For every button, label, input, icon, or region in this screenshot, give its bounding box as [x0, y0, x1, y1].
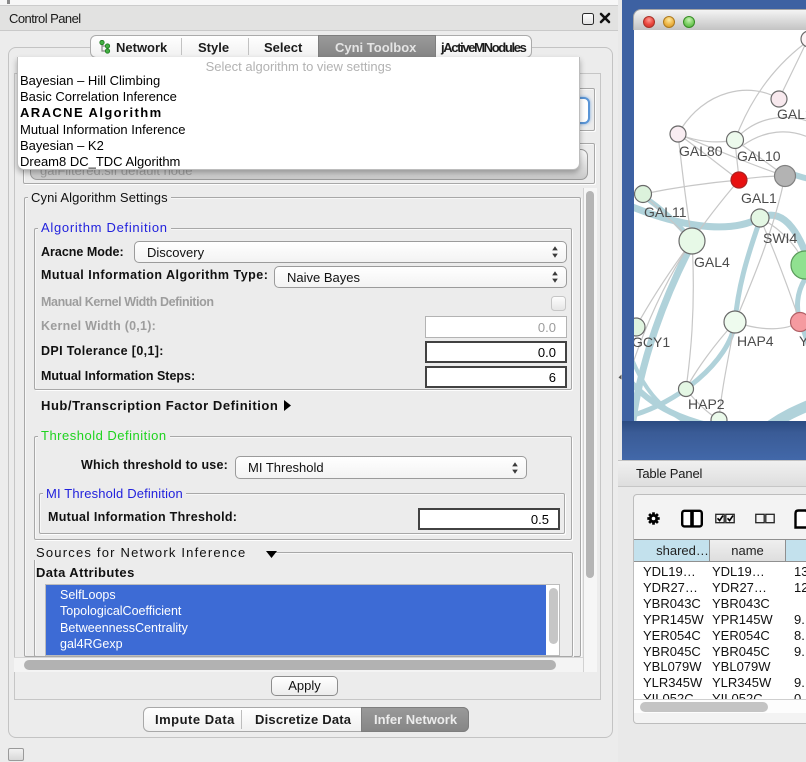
svg-text:GAL4: GAL4: [694, 254, 730, 270]
svg-text:HAP4: HAP4: [737, 333, 774, 349]
svg-text:GAL1: GAL1: [741, 190, 777, 206]
svg-text:HAP2: HAP2: [688, 396, 725, 412]
svg-text:YJ: YJ: [799, 333, 806, 349]
svg-text:GAL10: GAL10: [737, 148, 781, 164]
svg-text:GCY1: GCY1: [634, 334, 670, 350]
svg-text:GAL11: GAL11: [644, 204, 687, 220]
svg-text:GAL2: GAL2: [777, 106, 806, 122]
svg-text:GAL80: GAL80: [679, 143, 723, 159]
svg-text:SWI4: SWI4: [763, 230, 797, 246]
